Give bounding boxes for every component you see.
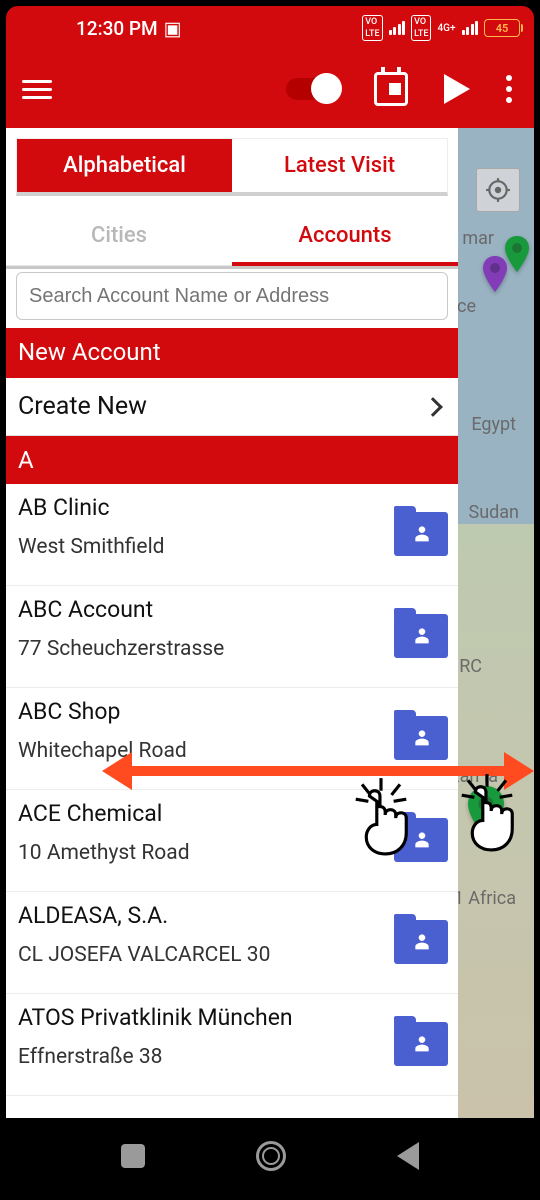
- account-folder-icon[interactable]: [394, 512, 448, 556]
- account-address: Whitechapel Road: [18, 739, 446, 763]
- map-label: Sudan: [469, 502, 520, 523]
- menu-icon[interactable]: [22, 80, 52, 99]
- search-input[interactable]: [16, 272, 448, 320]
- account-name: ALDEASA, S.A.: [18, 902, 446, 929]
- account-row[interactable]: AB Clinic West Smithfield: [6, 484, 458, 586]
- signal-icon-2: [462, 21, 479, 35]
- accounts-panel: Alphabetical Latest Visit Cities Account…: [6, 128, 458, 1118]
- map-pin-icon[interactable]: [482, 256, 508, 292]
- android-nav-bar: [6, 1118, 534, 1194]
- battery-icon: 45: [484, 19, 520, 37]
- account-address: West Smithfield: [18, 535, 446, 559]
- map-label: Egypt: [471, 414, 516, 435]
- back-button[interactable]: [397, 1142, 419, 1170]
- volte-icon-2: VOLTE: [411, 15, 431, 41]
- recents-button[interactable]: [121, 1144, 145, 1168]
- tap-cursor-icon: [452, 772, 522, 852]
- map-label: mar: [462, 228, 494, 249]
- clock-text: 12:30 PM: [76, 17, 158, 40]
- overflow-menu-icon[interactable]: [506, 75, 512, 103]
- tab-cities[interactable]: Cities: [6, 206, 232, 265]
- account-folder-icon[interactable]: [394, 716, 448, 760]
- create-new-row[interactable]: Create New: [6, 378, 458, 436]
- account-folder-icon[interactable]: [394, 920, 448, 964]
- tab-accounts[interactable]: Accounts: [232, 206, 458, 265]
- account-folder-icon[interactable]: [394, 614, 448, 658]
- account-address: 77 Scheuchzerstrasse: [18, 637, 446, 661]
- toggle-switch[interactable]: [286, 78, 338, 100]
- account-row[interactable]: ATOS Privatklinik München Effnerstraße 3…: [6, 994, 458, 1096]
- locate-me-icon[interactable]: [476, 168, 520, 212]
- tab-latest-visit[interactable]: Latest Visit: [232, 139, 447, 192]
- letter-section-header: A: [6, 436, 458, 484]
- chevron-right-icon: [423, 397, 443, 417]
- account-name: ABC Shop: [18, 698, 446, 725]
- map-label: 1 Africa: [454, 888, 516, 909]
- play-icon[interactable]: [444, 74, 470, 104]
- home-button[interactable]: [256, 1141, 286, 1171]
- create-new-label: Create New: [18, 392, 147, 421]
- network-4g-icon: 4G+: [437, 23, 455, 34]
- signal-icon-1: [389, 21, 406, 35]
- charging-icon: ▣: [164, 17, 182, 40]
- account-address: CL JOSEFA VALCARCEL 30: [18, 943, 446, 967]
- tap-cursor-icon: [346, 776, 416, 856]
- account-name: ABC Account: [18, 596, 446, 623]
- app-toolbar: [6, 50, 534, 128]
- account-name: ATOS Privatklinik München: [18, 1004, 446, 1031]
- account-row[interactable]: ALDEASA, S.A. CL JOSEFA VALCARCEL 30: [6, 892, 458, 994]
- map-label: RC: [459, 656, 482, 677]
- sort-tabs: Alphabetical Latest Visit: [16, 138, 448, 196]
- category-tabs: Cities Accounts: [6, 206, 458, 266]
- tab-alphabetical[interactable]: Alphabetical: [17, 139, 232, 192]
- calendar-icon[interactable]: [374, 72, 408, 106]
- new-account-header: New Account: [6, 328, 458, 378]
- account-address: Effnerstraße 38: [18, 1045, 446, 1069]
- volte-icon-1: VOLTE: [362, 15, 382, 41]
- android-status-bar: 12:30 PM ▣ VOLTE VOLTE 4G+ 45: [6, 6, 534, 50]
- account-row[interactable]: ABC Account 77 Scheuchzerstrasse: [6, 586, 458, 688]
- account-name: AB Clinic: [18, 494, 446, 521]
- account-folder-icon[interactable]: [394, 1022, 448, 1066]
- status-indicators: VOLTE VOLTE 4G+ 45: [362, 15, 520, 41]
- map-label: ce: [457, 296, 476, 317]
